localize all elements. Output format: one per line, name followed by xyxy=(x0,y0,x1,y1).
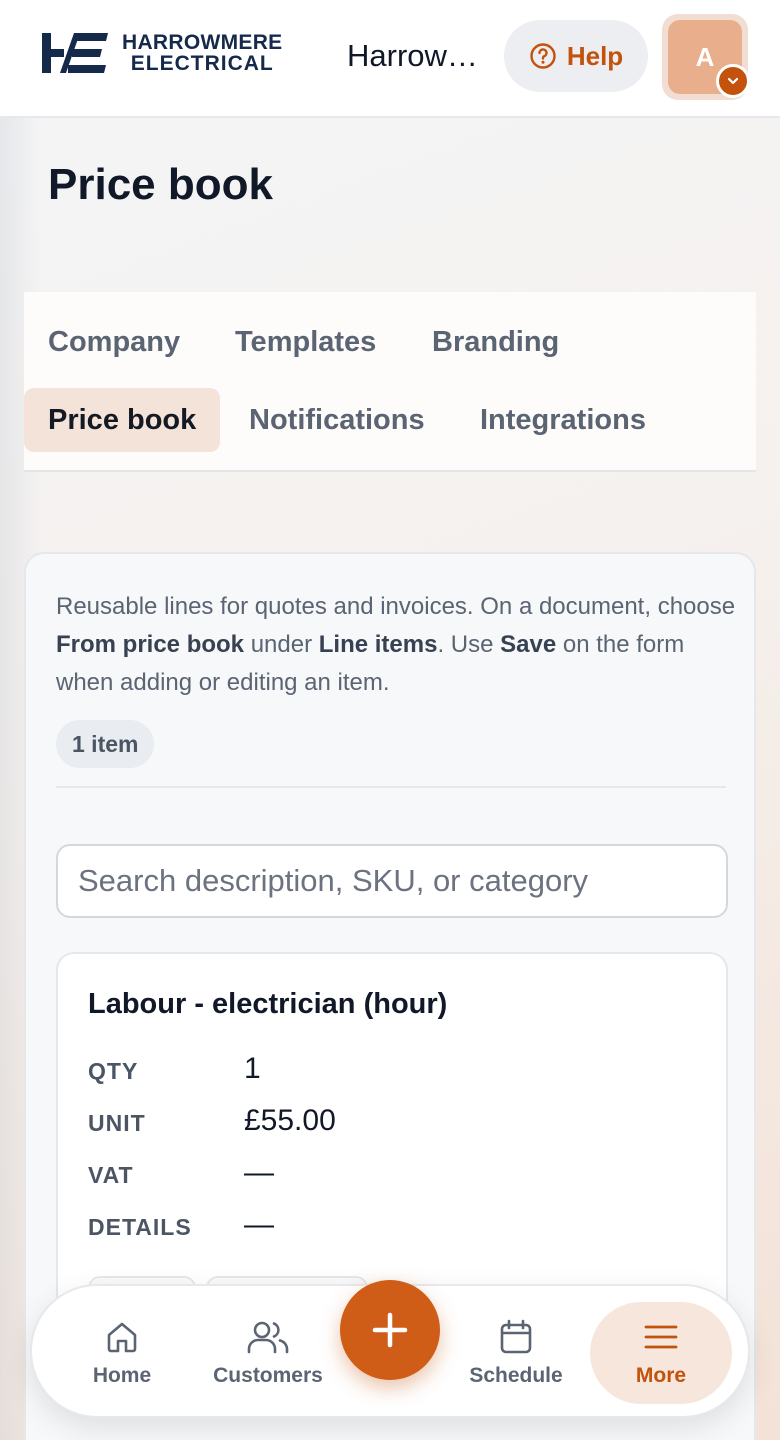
chevron-down-icon xyxy=(716,64,750,98)
vat-value: — xyxy=(244,1156,274,1189)
item-title: Labour - electrician (hour) xyxy=(88,988,448,1020)
nav-more-label: More xyxy=(635,1364,687,1387)
divider xyxy=(56,786,726,788)
unit-value: £55.00 xyxy=(244,1104,336,1137)
home-icon xyxy=(107,1322,137,1353)
tab-price-book[interactable]: Price book xyxy=(24,388,221,452)
qty-label: QTY xyxy=(88,1058,139,1084)
top-bar: HARROWMERE ELECTRICAL Harrowmere Electri… xyxy=(0,0,780,118)
help-button[interactable]: Help xyxy=(504,20,648,92)
intro-part-1: Reusable lines for quotes and invoices. … xyxy=(56,593,736,620)
logo-wordmark: HARROWMERE ELECTRICAL xyxy=(122,32,283,74)
intro-text: Reusable lines for quotes and invoices. … xyxy=(56,588,736,702)
vat-label: VAT xyxy=(88,1162,134,1188)
tab-notifications[interactable]: Notifications xyxy=(225,388,449,452)
company-name: Harrowmere Electrical xyxy=(347,38,487,73)
nav-customers-label: Customers xyxy=(213,1364,323,1387)
search-input[interactable] xyxy=(56,844,728,918)
intro-save: Save xyxy=(500,631,557,658)
user-menu-button[interactable]: A xyxy=(662,14,750,100)
avatar-initial: A xyxy=(695,41,715,72)
nav-customers[interactable]: Customers xyxy=(202,1302,334,1404)
avatar: A xyxy=(668,20,750,98)
help-label: Help xyxy=(566,40,624,71)
logo-mark-icon xyxy=(42,33,108,73)
tab-branding[interactable]: Branding xyxy=(408,310,583,374)
nav-more[interactable]: More xyxy=(590,1302,732,1404)
logo-line-2: ELECTRICAL xyxy=(130,52,274,75)
intro-part-3: . Use xyxy=(437,631,501,658)
logo-line-1: HARROWMERE xyxy=(122,31,283,54)
settings-tabs: Company Templates Branding Price book No… xyxy=(24,292,756,472)
menu-icon xyxy=(644,1325,678,1349)
page-title: Price book xyxy=(48,160,273,209)
company-logo[interactable]: HARROWMERE ELECTRICAL xyxy=(40,30,283,76)
nav-schedule-label: Schedule xyxy=(469,1364,563,1387)
details-label: DETAILS xyxy=(88,1214,192,1240)
add-button[interactable] xyxy=(340,1280,440,1380)
users-icon xyxy=(247,1321,289,1354)
plus-icon xyxy=(372,1312,408,1348)
nav-home[interactable]: Home xyxy=(72,1302,172,1404)
tab-templates[interactable]: Templates xyxy=(211,310,400,374)
calendar-icon xyxy=(500,1319,532,1354)
tab-company[interactable]: Company xyxy=(24,310,204,374)
intro-from-price-book: From price book xyxy=(56,631,245,658)
nav-schedule[interactable]: Schedule xyxy=(460,1302,572,1404)
qty-value: 1 xyxy=(244,1052,261,1085)
intro-line-items: Line items xyxy=(318,631,438,658)
item-count-badge: 1 item xyxy=(56,720,155,768)
tab-integrations[interactable]: Integrations xyxy=(456,388,670,452)
unit-label: UNIT xyxy=(88,1110,146,1136)
intro-part-2: under xyxy=(244,631,319,658)
details-value: — xyxy=(244,1208,274,1241)
question-circle-icon xyxy=(530,43,556,69)
nav-home-label: Home xyxy=(92,1364,152,1387)
